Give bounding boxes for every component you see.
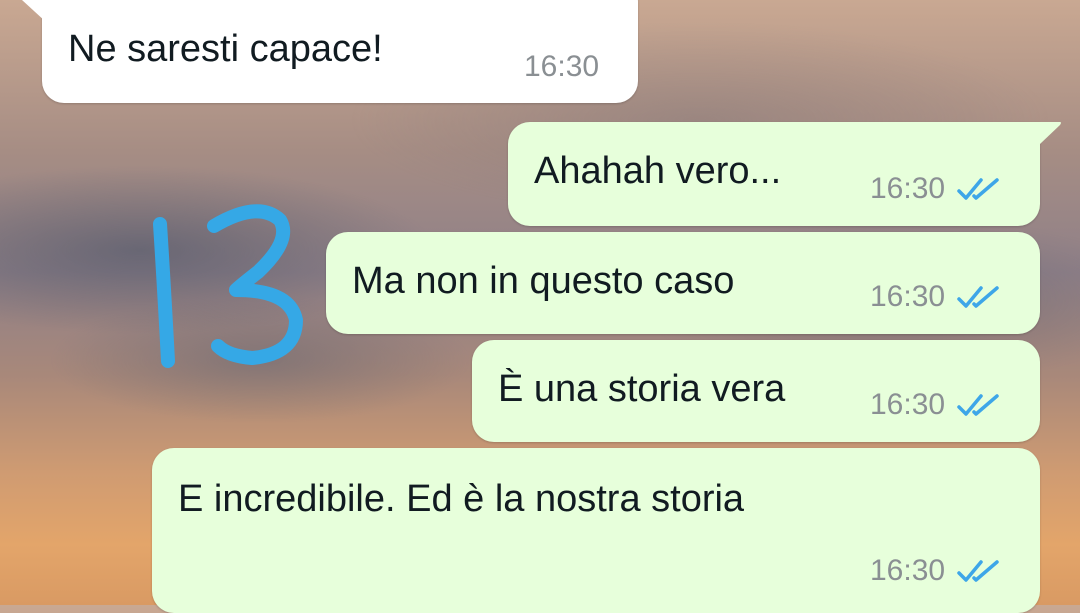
- message-bubble-outgoing[interactable]: È una storia vera 16:30: [472, 340, 1040, 442]
- message-text: Ahahah vero...: [534, 150, 782, 192]
- chat-area: Ne saresti capace! 16:30 Ahahah vero... …: [0, 0, 1080, 613]
- message-meta: 16:30: [870, 280, 1001, 314]
- message-time: 16:30: [870, 554, 946, 587]
- message-text: È una storia vera: [498, 368, 786, 410]
- message-time: 16:30: [870, 388, 946, 421]
- message-bubble-outgoing[interactable]: E incredibile. Ed è la nostra storia 16:…: [152, 448, 1040, 613]
- double-check-icon: [957, 178, 999, 200]
- message-text: Ne saresti capace!: [68, 28, 383, 70]
- message-bubble-outgoing[interactable]: Ahahah vero... 16:30: [508, 122, 1040, 226]
- message-text: Ma non in questo caso: [352, 260, 735, 302]
- message-bubble-incoming[interactable]: Ne saresti capace! 16:30: [42, 0, 638, 103]
- double-check-icon: [957, 560, 999, 582]
- message-time: 16:30: [524, 50, 600, 83]
- bubble-tail-incoming: [22, 0, 46, 22]
- message-time: 16:30: [870, 172, 946, 205]
- message-meta: 16:30: [524, 50, 599, 84]
- bubble-tail-outgoing: [1038, 122, 1061, 144]
- double-check-icon: [957, 286, 999, 308]
- message-bubble-outgoing[interactable]: Ma non in questo caso 16:30: [326, 232, 1040, 334]
- message-meta: 16:30: [870, 172, 1001, 206]
- message-text: E incredibile. Ed è la nostra storia: [178, 478, 745, 520]
- message-meta: 16:30: [870, 388, 1001, 422]
- message-time: 16:30: [870, 280, 946, 313]
- handwritten-annotation-13: [153, 204, 303, 368]
- double-check-icon: [957, 394, 999, 416]
- message-meta: 16:30: [870, 554, 1001, 588]
